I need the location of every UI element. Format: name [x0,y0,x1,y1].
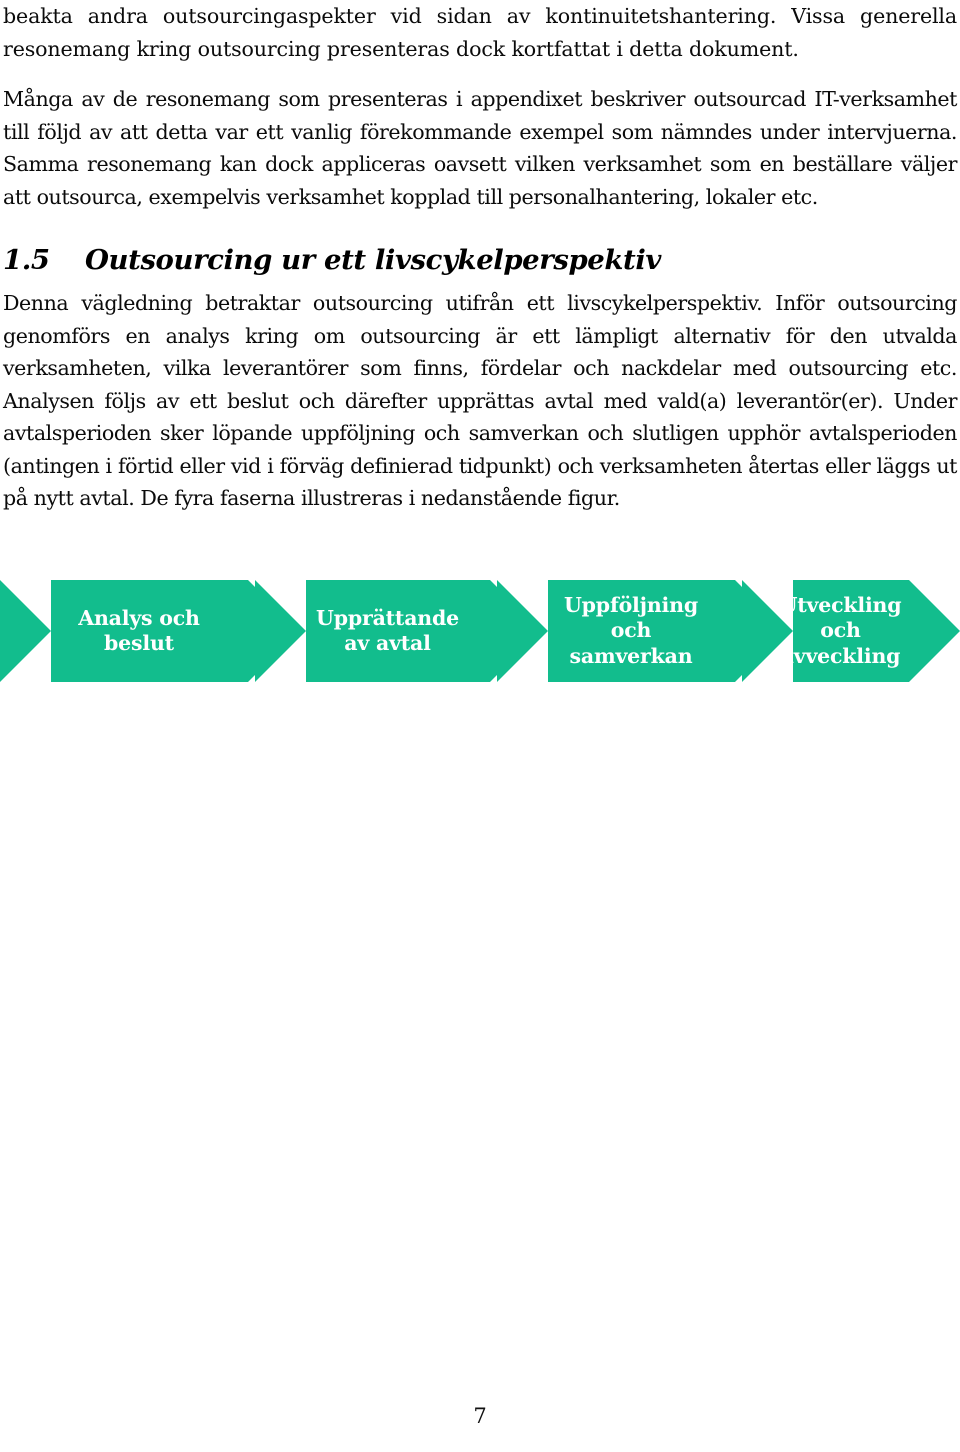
lifecycle-process-figure: Analys och beslut Upprättande av avtal U… [0,580,960,682]
process-phase-uppfoljning-och-samverkan: Uppföljning och samverkan [497,580,786,682]
process-phase-label: Upprättande av avtal [316,605,459,656]
paragraph-lifecycle: Denna vägledning betraktar outsourcing u… [3,291,957,510]
section-heading: 1.5 Outsourcing ur ett livscykelperspekti… [3,243,957,277]
section-title: Outsourcing ur ett livscykelperspektiv [85,244,661,276]
paragraph-appendix: Många av de resonemang som presenteras i… [3,87,957,209]
process-phase-label: Analys och beslut [78,605,200,656]
process-phase-analys-och-beslut: Analys och beslut [0,580,299,682]
page-content: beakta andra outsourcingaspekter vid sid… [3,0,957,515]
page-number: 7 [473,1404,487,1428]
process-phase-utveckling-och-avveckling: Utveckling och avveckling [742,580,960,682]
process-phase-label: Uppföljning och samverkan [564,592,698,668]
paragraph-intro: beakta andra outsourcingaspekter vid sid… [3,4,957,61]
process-phase-upprattande-av-avtal: Upprättande av avtal [255,580,541,682]
page-footer: 7 [0,1404,960,1428]
section-number: 1.5 [3,244,50,276]
process-phase-label: Utveckling och avveckling [779,592,902,668]
document-page: beakta andra outsourcingaspekter vid sid… [0,0,960,1452]
